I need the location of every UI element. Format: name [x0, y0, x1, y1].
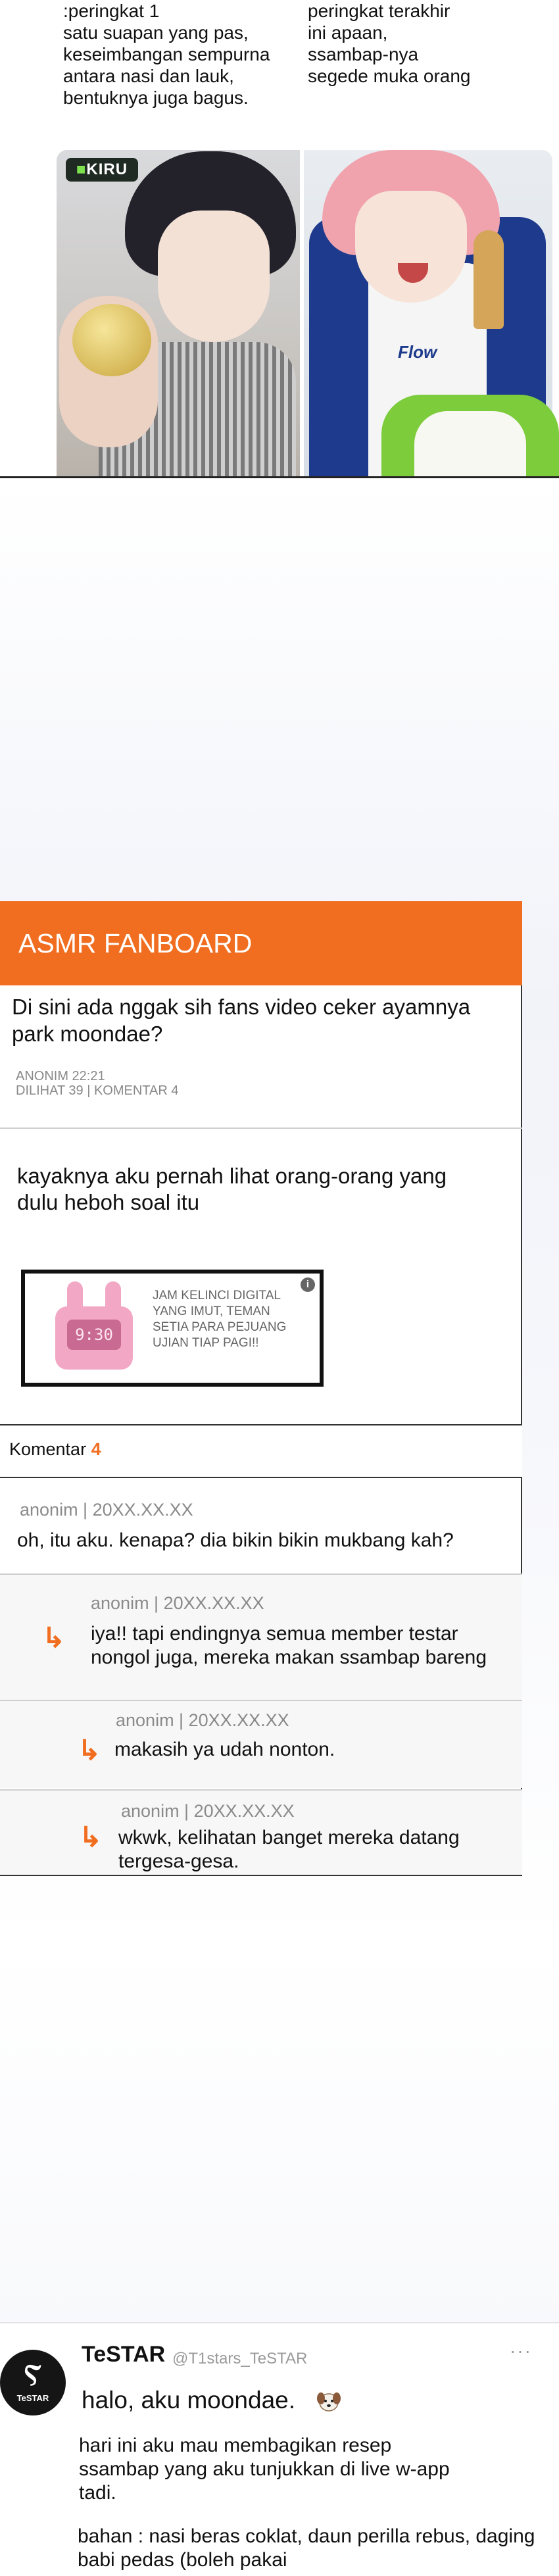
reply-text: wkwk, kelihatan banget mereka datang ter… — [118, 1827, 460, 1872]
comment-text: oh, itu aku. kenapa? dia bikin bikin muk… — [17, 1529, 454, 1551]
tweet-divider — [0, 2322, 559, 2323]
clock-display: 9:30 — [67, 1320, 121, 1350]
kiru-logo-text: KIRU — [86, 161, 128, 178]
ad-info-icon[interactable]: i — [301, 1277, 315, 1292]
more-options-icon[interactable]: ··· — [510, 2341, 532, 2362]
spoon-illustration — [474, 230, 504, 329]
tweet-greeting: halo, aku moondae. — [82, 2387, 296, 2414]
post-stats: DILIHAT 39 | KOMENTAR 4 — [16, 1083, 179, 1098]
forum-board-title: ASMR FANBOARD — [0, 901, 522, 985]
tweet-handle[interactable]: @T1stars_TeSTAR — [172, 2350, 307, 2368]
bunny-clock-image: 9:30 — [53, 1281, 135, 1372]
testar-logo-icon: Ⲋ — [24, 2359, 42, 2391]
reply-arrow-icon: ↳ — [79, 1821, 103, 1852]
tweet-paragraph: hari ini aku mau membagikan resep ssamba… — [79, 2435, 450, 2504]
dog-emoji-icon — [317, 2392, 341, 2412]
comic-caption-right: peringkat terakhir ini apaan, ssambap-ny… — [308, 1, 471, 86]
rice-illustration — [414, 411, 526, 477]
reply-arrow-icon: ↳ — [42, 1622, 66, 1653]
post-body: kayaknya aku pernah lihat orang-orang ya… — [17, 1164, 447, 1214]
reply-arrow-icon: ↳ — [78, 1735, 101, 1766]
reply-meta: anonim | 20XX.XX.XX — [121, 1801, 295, 1821]
comments-header: Komentar 4 — [9, 1439, 101, 1460]
avatar[interactable]: Ⲋ TeSTAR — [0, 2350, 66, 2415]
tweet-display-name[interactable]: TeSTAR — [82, 2342, 165, 2367]
comic-caption-left: :peringkat 1 satu suapan yang pas, kesei… — [63, 1, 270, 108]
ad-text: JAM KELINCI DIGITAL YANG IMUT, TEMAN SET… — [153, 1289, 287, 1350]
comments-label: Komentar — [9, 1439, 87, 1459]
reply-text: makasih ya udah nonton. — [114, 1739, 335, 1760]
avatar-label: TeSTAR — [16, 2393, 49, 2403]
reply-meta: anonim | 20XX.XX.XX — [116, 1710, 289, 1730]
character-face-right — [355, 191, 467, 303]
shirt-print-text: Flow — [398, 342, 437, 362]
reply-text: iya!! tapi endingnya semua member testar… — [91, 1623, 487, 1668]
reply-meta: anonim | 20XX.XX.XX — [91, 1593, 264, 1613]
post-title[interactable]: Di sini ada nggak sih fans video ceker a… — [12, 993, 512, 1047]
post-divider — [0, 1127, 522, 1129]
post-author-time: ANONIM 22:21 — [16, 1069, 105, 1083]
comments-count: 4 — [91, 1439, 101, 1459]
tweet-paragraph: bahan : nasi beras coklat, daun perilla … — [78, 2525, 535, 2571]
post-meta: ANONIM 22:21 DILIHAT 39 | KOMENTAR 4 — [16, 1069, 178, 1098]
potato-illustration — [72, 304, 151, 376]
character-face-left — [158, 211, 270, 342]
comment-meta: anonim | 20XX.XX.XX — [20, 1500, 193, 1520]
kiru-logo: ■KIRU — [66, 158, 138, 182]
